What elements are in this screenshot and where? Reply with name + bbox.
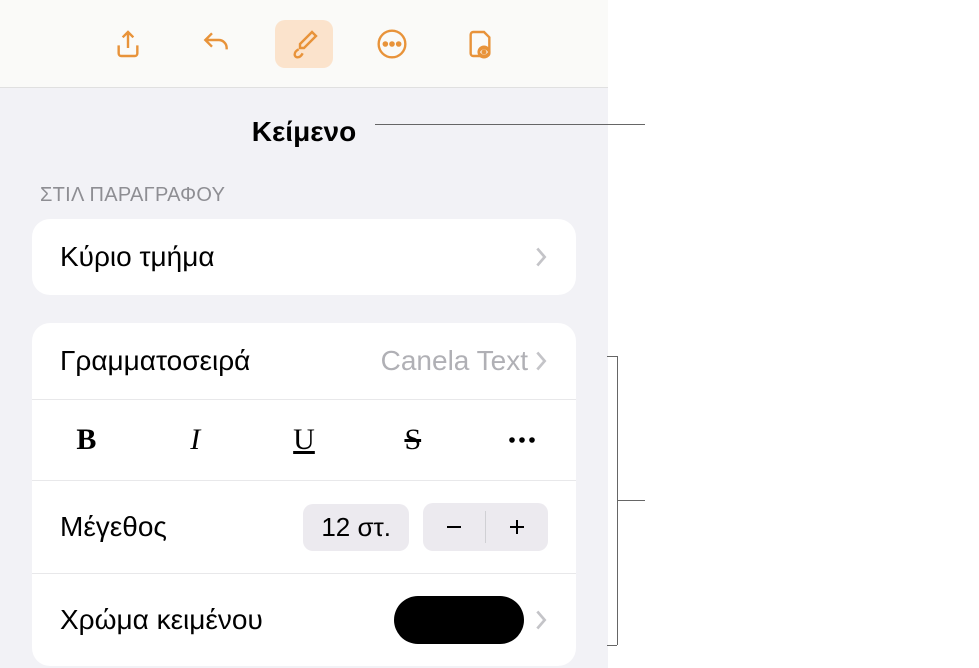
minus-icon (444, 517, 464, 537)
chevron-right-icon (534, 609, 548, 631)
font-card: Γραμματοσειρά Canela Text B I U S Μέγεθο… (32, 323, 576, 666)
tab-title: Κείμενο (252, 116, 356, 148)
italic-button[interactable]: I (141, 412, 250, 468)
size-label: Μέγεθος (60, 511, 303, 543)
bold-button[interactable]: B (32, 412, 141, 468)
toolbar (0, 0, 608, 88)
undo-button[interactable] (187, 20, 245, 68)
font-value: Canela Text (381, 345, 528, 377)
paragraph-style-card: Κύριο τμήμα (32, 219, 576, 295)
size-stepper (423, 503, 548, 551)
size-decrease-button[interactable] (423, 503, 485, 551)
document-view-icon (464, 28, 496, 60)
font-label: Γραμματοσειρά (60, 345, 381, 377)
more-icon (376, 28, 408, 60)
paragraph-style-value: Κύριο τμήμα (60, 241, 534, 273)
text-color-row[interactable]: Χρώμα κειμένου (32, 574, 576, 666)
share-button[interactable] (99, 20, 157, 68)
underline-button[interactable]: U (250, 412, 359, 468)
brush-icon (288, 28, 320, 60)
font-row[interactable]: Γραμματοσειρά Canela Text (32, 323, 576, 400)
text-style-row: B I U S (32, 400, 576, 481)
callout-bracket-mid (617, 500, 645, 501)
ellipsis-icon (507, 435, 537, 445)
size-row: Μέγεθος 12 στ. (32, 481, 576, 574)
chevron-right-icon (534, 350, 548, 372)
callout-line (375, 124, 645, 125)
strikethrough-button[interactable]: S (358, 412, 467, 468)
size-increase-button[interactable] (486, 503, 548, 551)
more-button[interactable] (363, 20, 421, 68)
undo-icon (200, 28, 232, 60)
tab-header: Κείμενο (0, 88, 608, 154)
share-icon (112, 28, 144, 60)
callout-bracket-bottom (607, 645, 617, 646)
text-color-label: Χρώμα κειμένου (60, 604, 394, 636)
callout-bracket-top (607, 356, 617, 357)
section-label-paragraph-style: ΣΤΙΛ ΠΑΡΑΓΡΑΦΟΥ (0, 154, 608, 219)
paragraph-style-row[interactable]: Κύριο τμήμα (32, 219, 576, 295)
format-button[interactable] (275, 20, 333, 68)
chevron-right-icon (534, 246, 548, 268)
more-styles-button[interactable] (467, 412, 576, 468)
view-button[interactable] (451, 20, 509, 68)
size-value[interactable]: 12 στ. (303, 504, 409, 551)
color-swatch[interactable] (394, 596, 524, 644)
format-panel: Κείμενο ΣΤΙΛ ΠΑΡΑΓΡΑΦΟΥ Κύριο τμήμα Γραμ… (0, 0, 608, 668)
plus-icon (507, 517, 527, 537)
